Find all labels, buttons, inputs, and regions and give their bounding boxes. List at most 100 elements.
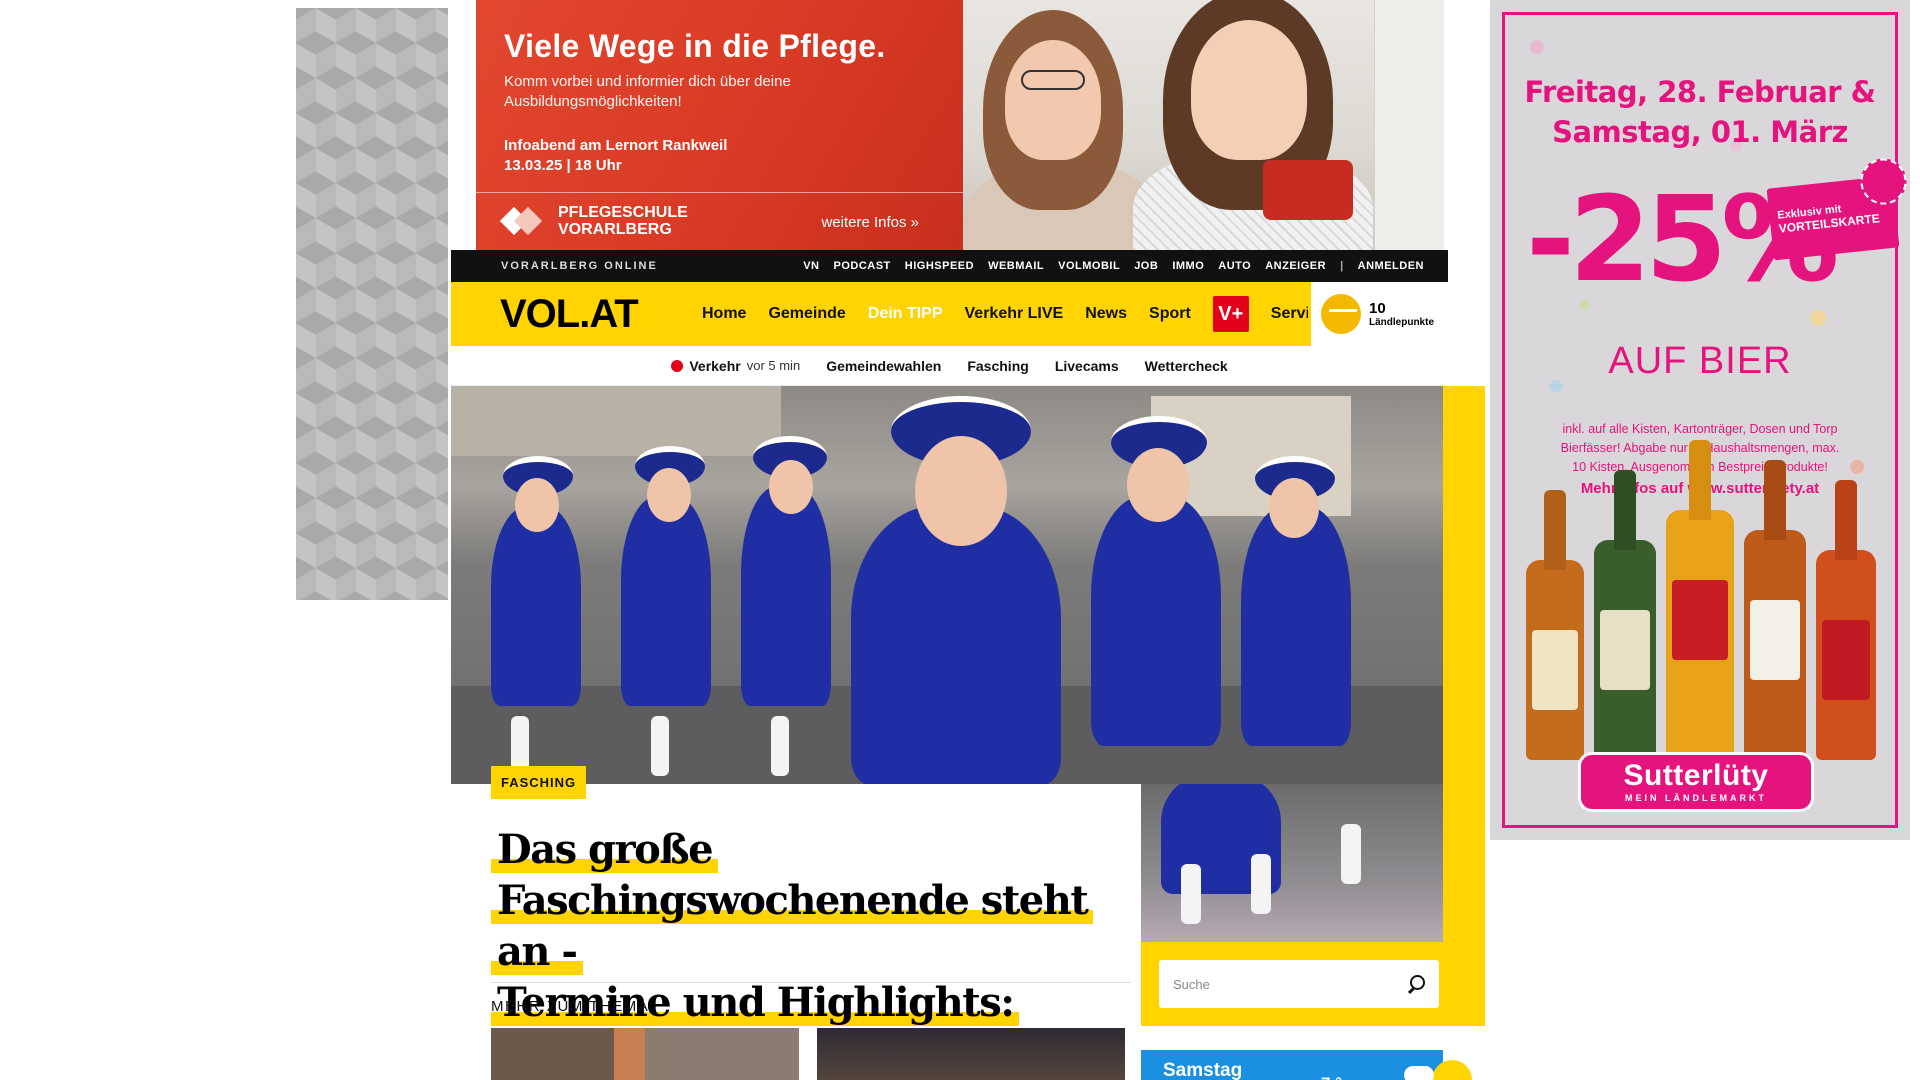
points-value: 10 [1369,299,1386,317]
pflegeschule-logo: PFLEGESCHULE VORARLBERG [499,204,688,238]
hex-pattern-decoration [296,8,448,600]
dancer-face [769,460,813,514]
points-text: 10 Ländlepunkte [1369,299,1435,328]
search-panel: Suche [1141,942,1443,1026]
main-menu: Home Gemeinde Dein TIPP Verkehr LIVE New… [702,296,1328,332]
article-category-tag[interactable]: FASCHING [491,766,587,799]
search-placeholder: Suche [1173,976,1210,992]
vplus-button[interactable]: V+ [1212,296,1249,332]
weather-temp: 7 ° [1321,1074,1342,1080]
top-link-highspeed[interactable]: HIGHSPEED [905,260,974,272]
search-input[interactable]: Suche [1159,960,1439,1008]
toy-object [1263,160,1353,220]
sutterluety-brand: Sutterlüty [1623,759,1769,792]
ad-subline: Komm vorbei und informier dich über dein… [504,73,791,110]
ad-event-title: Infoabend am Lernort Rankweil [504,137,728,154]
beer-bottle [1816,480,1876,760]
ad-headline: Viele Wege in die Pflege. [504,28,886,64]
beer-bottle [1594,470,1656,760]
hero-section: FASCHING Das große Faschingswochenende s… [451,386,1485,1080]
beer-bottle [1526,490,1584,760]
subnav-item-livecams[interactable]: Livecams [1055,358,1119,374]
top-bar-brand: VORARLBERG ONLINE [501,260,658,272]
sutterluety-tagline: MEIN LÄNDLEMARKT [1625,793,1767,803]
vol-at-site: VORARLBERG ONLINE VN PODCAST HIGHSPEED W… [451,250,1485,1080]
dancer-boot [771,716,789,776]
ad-date: Freitag, 28. Februar & Samstag, 01. März [1490,72,1910,152]
subnav-item-wettercheck[interactable]: Wettercheck [1145,358,1228,374]
dancer [741,486,831,706]
product-category: AUF BIER [1608,340,1792,382]
top-link-vn[interactable]: VN [803,260,819,272]
dancer-face [1127,448,1189,522]
top-link-job[interactable]: JOB [1134,260,1158,272]
mountain-icon [1321,294,1361,334]
hero-image-carnival-dancers[interactable] [451,386,1443,784]
top-link-volmobil[interactable]: VOLMOBIL [1058,260,1120,272]
hero-image-continuation [1141,784,1443,942]
top-bar-separator: | [1340,260,1344,272]
weather-day: Samstag [1163,1060,1243,1080]
dancer-face [1269,478,1319,538]
lead-article[interactable]: FASCHING Das große Faschingswochenende s… [451,766,1141,1080]
vorteilskarte-badge: Exklusiv mit VORTEILSKARTE [1766,156,1909,261]
vol-at-logo[interactable]: VOL.AT [500,292,700,337]
ad-text-panel: Viele Wege in die Pflege. Komm vorbei un… [476,0,963,250]
ad-divider [476,192,963,193]
nav-item-home[interactable]: Home [702,305,746,323]
sutterluety-logo: Sutterlüty MEIN LÄNDLEMARKT [1578,752,1814,812]
headline-line: Das große [491,826,719,873]
ad-photo-students [963,0,1444,250]
building-left [451,386,781,456]
sutterluety-skyscraper-ad[interactable]: Freitag, 28. Februar & Samstag, 01. März… [1490,0,1910,840]
traffic-time: vor 5 min [746,358,801,373]
dancer-main [851,506,1061,784]
points-label: Ländlepunkte [1369,316,1435,328]
top-link-auto[interactable]: AUTO [1218,260,1251,272]
dancer [491,506,581,706]
ad-more-link[interactable]: weitere Infos » [821,214,919,231]
nav-item-sport[interactable]: Sport [1149,305,1191,323]
dancer-boot [1341,824,1361,884]
kitchen-cabinet [1374,0,1444,250]
related-thumbnail[interactable] [817,1028,1125,1080]
search-icon[interactable] [1407,975,1425,993]
dancer [621,496,711,706]
nav-item-dein-tipp[interactable]: Dein TIPP [868,305,943,323]
dancer-face [647,468,691,522]
sub-nav: Verkehr vor 5 min Gemeindewahlen Faschin… [451,346,1448,386]
dancer-boot [1181,864,1201,924]
top-link-immo[interactable]: IMMO [1172,260,1204,272]
laendlepunkte-widget[interactable]: 10 Ländlepunkte [1308,282,1448,346]
top-bar: VORARLBERG ONLINE VN PODCAST HIGHSPEED W… [451,250,1448,282]
top-banner-ad[interactable]: Viele Wege in die Pflege. Komm vorbei un… [476,0,1444,250]
nav-item-verkehr-live[interactable]: Verkehr LIVE [965,305,1064,323]
nav-item-news[interactable]: News [1085,305,1127,323]
top-link-podcast[interactable]: PODCAST [834,260,891,272]
dancer [1241,506,1351,746]
ad-date-line2: Samstag, 01. März [1552,115,1848,149]
dancer-face [515,478,559,532]
nav-item-gemeinde[interactable]: Gemeinde [768,305,845,323]
dancer-boot [651,716,669,776]
login-link[interactable]: ANMELDEN [1358,260,1424,272]
beer-bottle [1666,440,1734,760]
pflegeschule-logo-icon [499,206,546,236]
related-thumbnail[interactable] [491,1028,799,1080]
related-topics-label: MEHR ZUM THEMA: [491,998,655,1015]
dancer [1091,496,1221,746]
pflegeschule-logo-text: PFLEGESCHULE VORARLBERG [558,204,688,238]
beer-bottle [1744,460,1806,760]
top-link-anzeiger[interactable]: ANZEIGER [1265,260,1326,272]
subnav-item-fasching[interactable]: Fasching [967,358,1028,374]
live-dot-icon [671,359,684,372]
person-left-face [1005,40,1101,160]
top-link-webmail[interactable]: WEBMAIL [988,260,1044,272]
headline-divider [491,982,1131,983]
top-bar-links: VN PODCAST HIGHSPEED WEBMAIL VOLMOBIL JO… [803,260,1424,272]
traffic-live-link[interactable]: Verkehr vor 5 min [671,358,800,374]
subnav-item-gemeindewahlen[interactable]: Gemeindewahlen [826,358,941,374]
dancer-boot [1251,854,1271,914]
main-nav: VOL.AT Home Gemeinde Dein TIPP Verkehr L… [451,282,1448,346]
weather-widget[interactable]: Samstag 7 ° [1141,1050,1443,1080]
